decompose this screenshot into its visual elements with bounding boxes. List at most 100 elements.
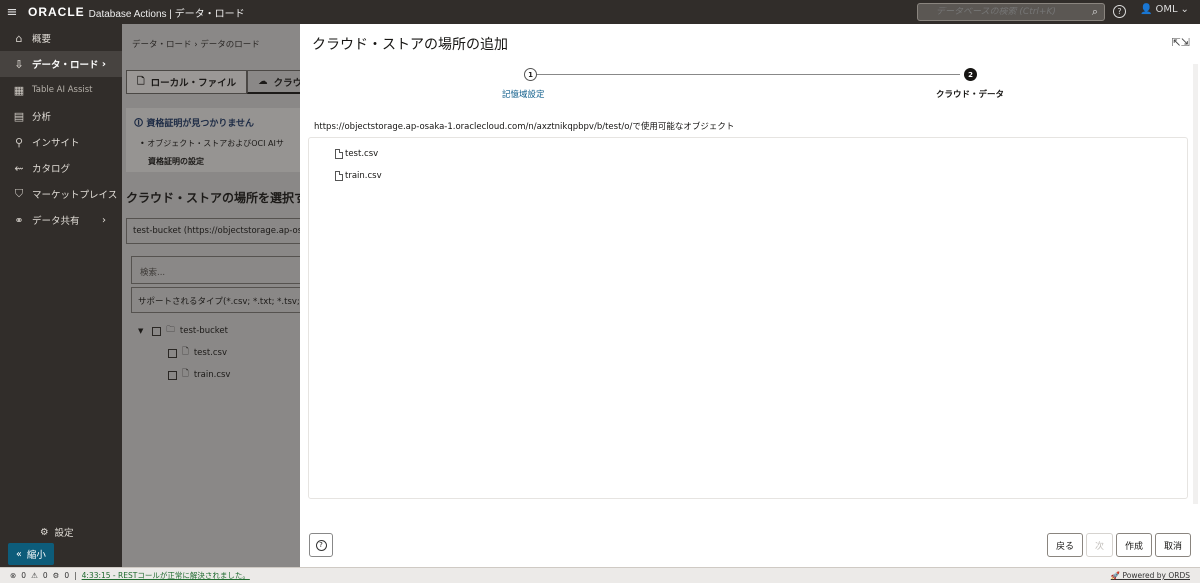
add-cloud-store-dialog: クラウド・ストアの場所の追加 ⇱⇲ 1 2 記憶域設定 クラウド・データ htt… [300,24,1200,567]
sidebar-item-label: マーケットプレイス [32,190,118,201]
status-bar: ⊗ 0 ⚠ 0 ⚙ 0 | 4:33:15 - RESTコールが正常に解決されま… [0,567,1200,583]
sidebar-item-label: インサイト [32,138,80,149]
file-icon: 🗋 [137,76,145,87]
help-icon[interactable]: ? [1113,5,1126,18]
sidebar-item-label: 概要 [32,34,52,45]
dialog-title: クラウド・ストアの場所の追加 [312,37,508,53]
source-tabs: 🗋 ローカル・ファイル ☁ クラウド [126,70,300,94]
checkbox[interactable] [152,326,162,336]
tree-file-label: test.csv [193,348,228,358]
settings-button[interactable]: ⚙ 設定 [40,525,74,540]
file-icon [335,171,343,181]
checkbox[interactable] [168,348,177,358]
list-item[interactable]: test.csv [335,149,378,159]
sidebar-item-table-ai-assist[interactable]: ▦ Table AI Assist [0,77,122,103]
stepper-line [536,74,960,75]
error-count: 0 [21,571,27,580]
tab-local-file[interactable]: 🗋 ローカル・ファイル [126,70,248,94]
global-search-input[interactable] [918,7,1078,17]
expand-icon[interactable]: ⇱⇲ [1172,36,1190,49]
cloud-icon: ☁ [258,76,268,87]
user-icon: 👤 [1140,4,1153,15]
question-icon: ? [315,539,327,551]
sidebar-item-data-share[interactable]: ⚭ データ共有 › [0,207,122,233]
sidebar-item-overview[interactable]: ⌂ 概要 [0,25,122,51]
sidebar-item-data-load[interactable]: ⇩ データ・ロード › [0,51,122,77]
create-button[interactable]: 作成 [1116,533,1152,557]
object-list: test.csv train.csv [308,137,1188,499]
tree-file-row[interactable]: 🗋 test.csv [138,342,230,364]
checkbox[interactable] [168,370,177,380]
sidebar-item-marketplace[interactable]: ⛉ マーケットプレイス [0,181,122,207]
chevron-right-icon: › [102,214,106,226]
next-button[interactable]: 次 [1086,533,1113,557]
step-2-indicator: 2 [964,68,977,81]
warning-icon[interactable]: ⚠ [31,571,38,580]
collapse-button[interactable]: « 縮小 [8,543,54,565]
alert-body: • オブジェクト・ストアおよびOCI AIサ [140,139,284,148]
menu-icon[interactable]: ≡ [0,5,24,20]
oracle-logo: ORACLE [28,5,85,19]
data-load-icon: ⇩ [14,57,24,71]
tree-file-row[interactable]: 🗋 train.csv [138,364,230,386]
step-2-label: クラウド・データ [936,90,1005,100]
warning-count: 0 [42,571,48,580]
file-type-select[interactable]: サポートされるタイプ(*.csv; *.txt; *.tsv; *.p [131,287,300,313]
sidebar-item-label: Table AI Assist [32,85,93,95]
gear-icon[interactable]: ⚙ [53,571,60,580]
tree-bucket-row[interactable]: ▼ 🗀 test-bucket [138,320,230,342]
sidebar-item-insight[interactable]: ⚲ インサイト [0,129,122,155]
global-search[interactable]: ⌕ [917,3,1105,21]
search-icon[interactable]: ⌕ [1092,5,1098,19]
error-icon[interactable]: ⊗ [10,571,16,580]
sidebar-item-label: カタログ [32,164,71,175]
sidebar-item-label: 分析 [32,112,52,123]
step-1-label[interactable]: 記憶域設定 [502,88,545,100]
table-ai-icon: ▦ [13,83,25,97]
cancel-button[interactable]: 取消 [1155,533,1191,557]
catalog-icon: ⇜ [14,161,24,175]
chevron-down-icon: ⌄ [1180,4,1189,15]
list-item[interactable]: train.csv [335,171,382,181]
powered-by-link[interactable]: 🚀 Powered by ORDS [1111,571,1190,580]
file-name: test.csv [345,149,379,159]
bucket-tree: ▼ 🗀 test-bucket 🗋 test.csv 🗋 train.csv [138,320,230,386]
top-bar: ≡ ORACLE Database Actions | データ・ロード ⌕ ? … [0,0,1200,24]
home-icon: ⌂ [15,31,23,45]
tree-file-label: train.csv [193,370,231,380]
user-name: OML [1155,4,1178,15]
tab-label: クラウド [273,77,300,89]
alert-title: 🛈 資格証明が見つかりません [134,119,255,129]
marketplace-icon: ⛉ [14,187,24,200]
tab-label: ローカル・ファイル [150,78,237,89]
gear-icon: ⚙ [40,526,49,538]
share-icon: ⚭ [14,213,24,227]
collapse-label: 縮小 [26,550,46,561]
step-1-indicator[interactable]: 1 [524,68,537,81]
settings-label: 設定 [54,528,74,539]
analysis-icon: ▤ [13,109,25,123]
bucket-select[interactable]: test-bucket (https://objectstorage.ap-os… [126,218,300,244]
sidebar-item-label: データ共有 [32,216,80,227]
task-count: 0 [64,571,70,580]
section-title: クラウド・ストアの場所を選択する [126,191,300,205]
help-button[interactable]: ? [309,533,333,557]
app-title: Database Actions | データ・ロード [88,8,245,20]
tab-cloud[interactable]: ☁ クラウド [247,70,300,94]
tree-bucket-label: test-bucket [179,326,228,336]
credential-settings-link[interactable]: 資格証明の設定 [148,156,204,167]
sidebar-item-catalog[interactable]: ⇜ カタログ [0,155,122,181]
search-input[interactable]: 検索... [131,256,300,284]
folder-icon: 🗀 [166,325,175,335]
available-objects-label: https://objectstorage.ap-osaka-1.oraclec… [314,122,735,132]
status-message[interactable]: 4:33:15 - RESTコールが正常に解決されました。 [82,570,250,581]
user-menu[interactable]: 👤 OML ⌄ [1140,4,1189,15]
credential-alert: 🛈 資格証明が見つかりません • オブジェクト・ストアおよびOCI AIサ 資格… [126,108,300,172]
insight-icon: ⚲ [14,135,24,149]
breadcrumb: データ・ロード › データのロード [132,40,260,50]
scrollbar[interactable] [1193,64,1198,504]
sidebar-item-analysis[interactable]: ▤ 分析 [0,103,122,129]
back-button[interactable]: 戻る [1047,533,1083,557]
file-icon: 🗋 [182,347,189,357]
caret-down-icon[interactable]: ▼ [138,327,143,335]
